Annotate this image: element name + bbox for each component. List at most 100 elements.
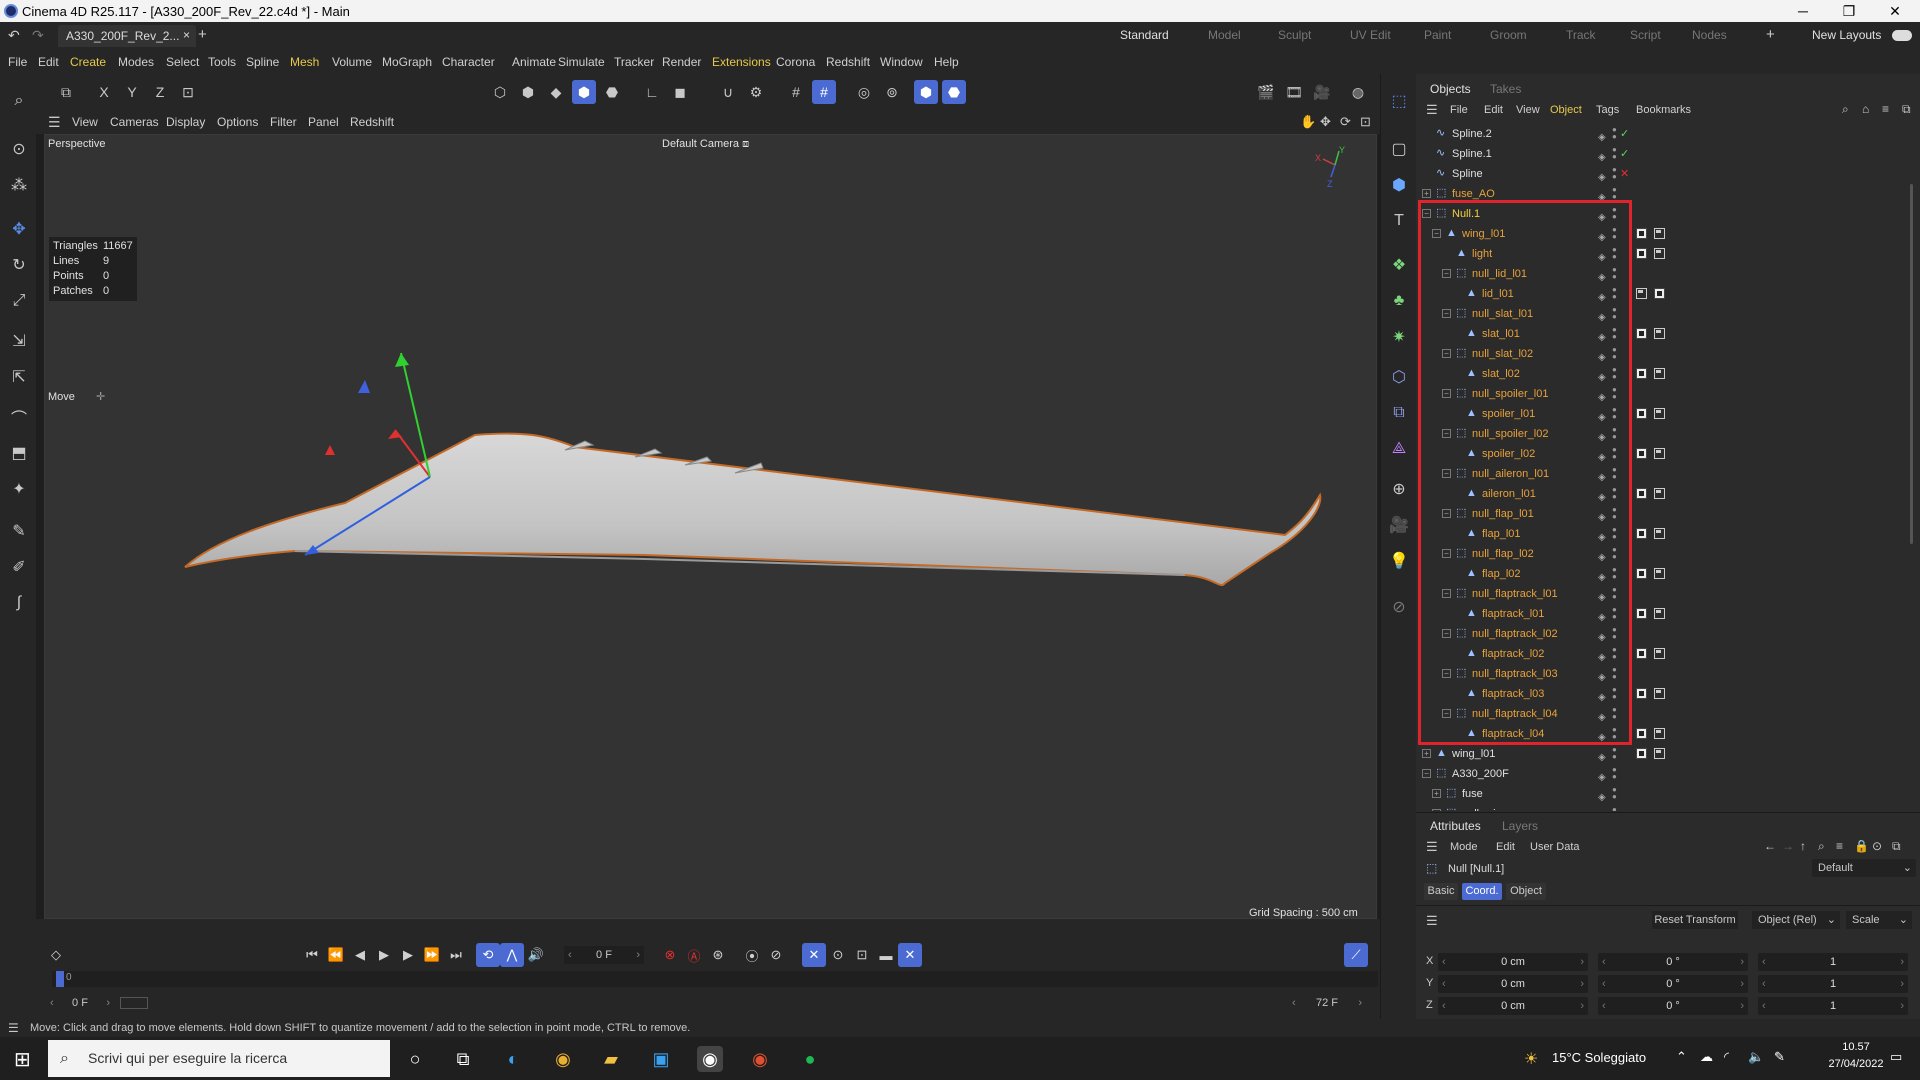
spline-pen-icon[interactable]: ✐ xyxy=(6,554,32,580)
texture-tag-icon[interactable] xyxy=(1636,568,1647,579)
move-view-icon[interactable]: ✥ xyxy=(1320,114,1331,130)
current-frame-field[interactable]: ‹ 0 F › xyxy=(564,946,644,964)
texture-tag-icon[interactable] xyxy=(1636,728,1647,739)
redshift-render-icon[interactable]: ◍ xyxy=(1346,80,1370,104)
key-position-icon[interactable]: ⦿ xyxy=(740,943,764,967)
field-decrement-icon[interactable]: ‹ xyxy=(1442,997,1446,1015)
editor-render-visibility-icon[interactable]: ●● xyxy=(1612,146,1618,161)
menu-window[interactable]: Window xyxy=(880,55,923,69)
viewport-menu-options[interactable]: Options xyxy=(217,115,258,129)
make-editable-icon[interactable]: ⧉ xyxy=(54,80,78,104)
phong-tag-icon[interactable] xyxy=(1654,248,1665,259)
new-layouts-label[interactable]: New Layouts xyxy=(1812,28,1881,42)
layout-tab-uv-edit[interactable]: UV Edit xyxy=(1350,28,1391,42)
model-mode-icon[interactable]: ⬢ xyxy=(572,80,596,104)
objects-menu-file[interactable]: File xyxy=(1450,104,1468,116)
text-icon[interactable]: T xyxy=(1386,208,1412,234)
document-tab[interactable]: A330_200F_Rev_2... × xyxy=(58,25,196,47)
menu-help[interactable]: Help xyxy=(934,55,959,69)
field-decrement-icon[interactable]: ‹ xyxy=(1602,953,1606,971)
spline-icon[interactable]: ▢ xyxy=(1386,136,1412,162)
field-decrement-icon[interactable]: ‹ xyxy=(1442,953,1446,971)
play-icon[interactable]: ▶ xyxy=(372,943,396,967)
objects-hamburger-icon[interactable]: ☰ xyxy=(1426,102,1438,118)
restore-button[interactable]: ❐ xyxy=(1826,0,1872,22)
workplane-icon[interactable]: # xyxy=(784,80,808,104)
minimize-button[interactable]: ─ xyxy=(1780,0,1826,22)
objects-menu-view[interactable]: View xyxy=(1516,104,1540,116)
coordinate-system-icon[interactable]: ⊡ xyxy=(176,80,200,104)
prev-key-icon[interactable]: ⏪ xyxy=(324,943,348,967)
attr-subtab-coord[interactable]: Coord. xyxy=(1462,883,1502,900)
snap-settings-icon[interactable]: ⚙ xyxy=(744,80,768,104)
volume-icon[interactable]: 🔈 xyxy=(1748,1049,1764,1065)
object-name[interactable]: Spline xyxy=(1452,164,1483,184)
viewport-menu-view[interactable]: View xyxy=(72,115,98,129)
back-arrow-icon[interactable]: ← xyxy=(1764,839,1776,853)
coord-rot-y-field[interactable]: ‹ 0 ° › xyxy=(1598,975,1748,993)
record-icon[interactable]: ⊗ xyxy=(658,943,682,967)
rotate-tool-icon[interactable]: ↻ xyxy=(6,252,32,278)
phong-tag-icon[interactable] xyxy=(1654,328,1665,339)
phong-tag-icon[interactable] xyxy=(1654,528,1665,539)
expand-icon[interactable]: + xyxy=(1432,809,1441,811)
phong-tag-icon[interactable] xyxy=(1654,688,1665,699)
texture-tag-icon[interactable] xyxy=(1636,748,1647,759)
menu-select[interactable]: Select xyxy=(166,55,199,69)
points-mode-icon[interactable]: ⬡ xyxy=(488,80,512,104)
polygons-mode-icon[interactable]: ◆ xyxy=(544,80,568,104)
clock-date[interactable]: 27/04/2022 xyxy=(1818,1058,1894,1070)
layout-tab-paint[interactable]: Paint xyxy=(1424,28,1451,42)
field-increment-icon[interactable]: › xyxy=(1580,975,1584,993)
viewport-solo-icon[interactable]: ⬢ xyxy=(914,80,938,104)
move-tool-icon[interactable]: ✥ xyxy=(6,216,32,242)
objects-new-window-icon[interactable]: ⧉ xyxy=(1902,102,1911,117)
editor-render-visibility-icon[interactable]: ●● xyxy=(1612,126,1618,141)
maximize-view-icon[interactable]: ⊡ xyxy=(1360,114,1371,130)
field-decrement-icon[interactable]: ‹ xyxy=(1442,975,1446,993)
key-rotation-icon[interactable]: ⊘ xyxy=(764,943,788,967)
notifications-icon[interactable]: ▭ xyxy=(1890,1049,1902,1065)
render-picture-viewer-icon[interactable]: 🎞 xyxy=(1282,80,1306,104)
solo-icon[interactable]: ◎ xyxy=(852,80,876,104)
add-tab-button[interactable]: + xyxy=(198,26,207,43)
edges-mode-icon[interactable]: ⬢ xyxy=(516,80,540,104)
playhead[interactable] xyxy=(56,971,64,987)
start-increment-icon[interactable]: › xyxy=(106,994,110,1012)
field-increment-icon[interactable]: › xyxy=(1580,953,1584,971)
object-name[interactable]: A330_200F xyxy=(1452,764,1509,784)
pan-view-icon[interactable]: ✋ xyxy=(1300,114,1316,130)
menu-edit[interactable]: Edit xyxy=(38,55,59,69)
texture-tag-icon[interactable] xyxy=(1636,648,1647,659)
texture-tag-icon[interactable] xyxy=(1636,608,1647,619)
windows-start-icon[interactable]: ⊞ xyxy=(14,1047,31,1072)
layout-tab-nodes[interactable]: Nodes xyxy=(1692,28,1727,42)
pen-tray-icon[interactable]: ✎ xyxy=(1774,1049,1785,1065)
wing-model-render[interactable] xyxy=(45,135,1378,920)
deformer-icon[interactable]: ✷ xyxy=(1386,324,1412,350)
solo-settings-icon[interactable]: ⊚ xyxy=(880,80,904,104)
objects-home-icon[interactable]: ⌂ xyxy=(1862,102,1869,116)
phong-tag-icon[interactable] xyxy=(1654,488,1665,499)
field-increment-icon[interactable]: › xyxy=(1740,953,1744,971)
objects-search-icon[interactable]: ⌕ xyxy=(1842,102,1849,117)
attributes-menu-mode[interactable]: Mode xyxy=(1450,841,1478,853)
texture-tag-icon[interactable] xyxy=(1636,248,1647,259)
menu-animate[interactable]: Animate xyxy=(512,55,556,69)
layout-tab-sculpt[interactable]: Sculpt xyxy=(1278,28,1311,42)
phong-tag-icon[interactable] xyxy=(1654,748,1665,759)
rotate-view-icon[interactable]: ⟳ xyxy=(1340,114,1351,130)
volume-icon[interactable]: ⧉ xyxy=(1386,400,1412,426)
texture-tag-icon[interactable] xyxy=(1636,448,1647,459)
autokey-icon[interactable]: Ⓐ xyxy=(682,943,706,967)
start-frame-field[interactable]: ‹ 0 F › xyxy=(50,994,110,1012)
knife-tool-icon[interactable]: ⌒ xyxy=(6,404,32,430)
editor-render-visibility-icon[interactable]: ●● xyxy=(1612,186,1618,201)
menu-create[interactable]: Create xyxy=(70,55,106,69)
object-name[interactable]: null_winer_r xyxy=(1462,804,1521,811)
task-view-icon[interactable]: ⧉ xyxy=(450,1046,476,1072)
tree-row[interactable]: + ⬚ null_winer_r ◈ ●● xyxy=(1416,804,1920,811)
tree-row[interactable]: ∿ Spline ◈ ● ● ✕ xyxy=(1416,164,1920,184)
interpolation-icon[interactable]: ▬ xyxy=(874,943,898,967)
close-window-button[interactable]: ✕ xyxy=(1872,0,1918,22)
